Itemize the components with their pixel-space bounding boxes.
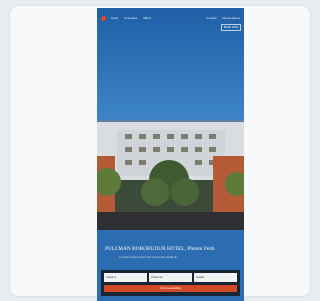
nav-item-hotel[interactable]: Hotel bbox=[111, 16, 118, 20]
hotel-building-photo bbox=[97, 120, 244, 230]
hero-title: PULLMAN BOROBUDUR HOTEL, Phnom Penh bbox=[105, 246, 215, 252]
guests-field[interactable]: Guests bbox=[194, 273, 237, 282]
mobile-page-preview: Hotel Amenities Offers Contact Reservati… bbox=[97, 8, 244, 301]
check-availability-button[interactable]: Check availability bbox=[104, 285, 237, 292]
nav-item-offers[interactable]: Offers bbox=[143, 16, 151, 20]
checkin-field[interactable]: Check-in bbox=[104, 273, 147, 282]
book-now-chip[interactable]: BOOK NOW bbox=[221, 24, 241, 31]
booking-bar: Check-in Check-out Guests Check availabi… bbox=[101, 270, 240, 296]
nav-item-amenities[interactable]: Amenities bbox=[124, 16, 137, 20]
brand-logo-icon[interactable] bbox=[101, 15, 106, 21]
nav-item-contact[interactable]: Contact bbox=[206, 16, 216, 20]
checkout-field[interactable]: Check-out bbox=[149, 273, 192, 282]
hero-subtitle: A modern 5-star hotel in the heart of th… bbox=[119, 256, 178, 259]
nav-item-reservations[interactable]: Reservations bbox=[222, 16, 240, 20]
